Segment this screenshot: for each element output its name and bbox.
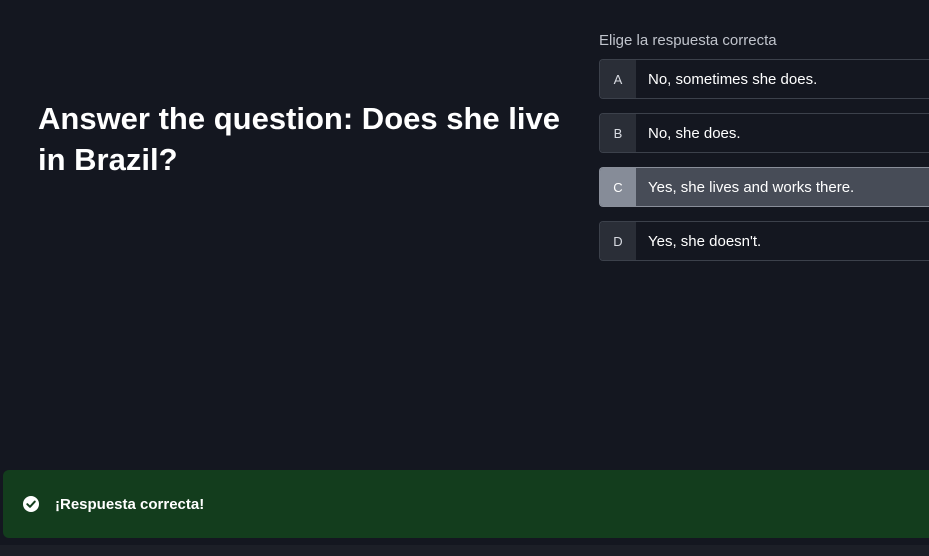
option-key: A [600,60,636,98]
option-key: C [600,168,636,206]
answer-panel: Elige la respuesta correcta A No, someti… [599,30,929,275]
question-title: Answer the question: Does she live in Br… [38,101,560,177]
quiz-page: Answer the question: Does she live in Br… [0,0,929,556]
option-a[interactable]: A No, sometimes she does. [599,59,929,99]
option-label: Yes, she lives and works there. [648,178,855,196]
option-key: D [600,222,636,260]
feedback-banner: ¡Respuesta correcta! [3,470,929,538]
answer-instruction: Elige la respuesta correcta [599,32,777,49]
option-d[interactable]: D Yes, she doesn't. [599,221,929,261]
option-label: Yes, she doesn't. [648,232,762,250]
option-label: No, she does. [648,124,741,142]
option-c[interactable]: C Yes, she lives and works there. [599,167,929,207]
check-circle-icon [23,496,39,512]
feedback-message: ¡Respuesta correcta! [55,495,205,513]
option-b[interactable]: B No, she does. [599,113,929,153]
option-label: No, sometimes she does. [648,70,818,88]
bottom-bar [0,545,929,556]
option-key: B [600,114,636,152]
